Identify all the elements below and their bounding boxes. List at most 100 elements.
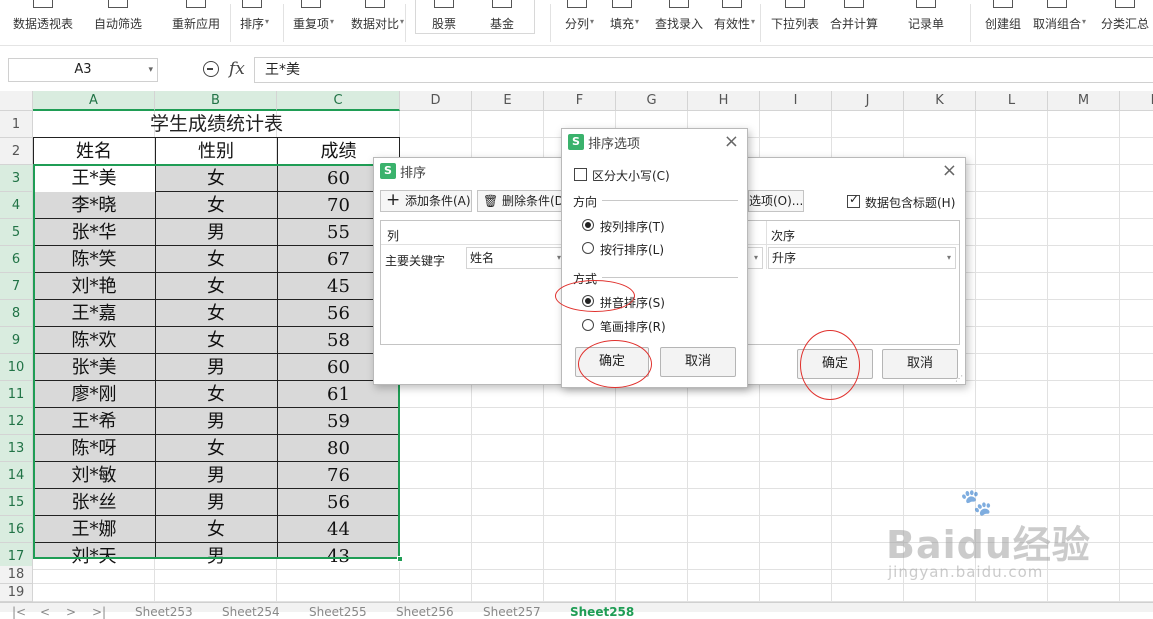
ribbon-separator bbox=[760, 4, 761, 42]
sort-cancel-button[interactable]: 取消 bbox=[882, 349, 958, 379]
column-header-D[interactable]: D bbox=[400, 91, 472, 111]
column-header-I[interactable]: I bbox=[760, 91, 832, 111]
sort-basis-select[interactable]: ▾ bbox=[747, 247, 763, 269]
column-header-K[interactable]: K bbox=[904, 91, 976, 111]
resize-grip-icon[interactable]: ⋰ bbox=[955, 374, 963, 383]
chevron-down-icon[interactable]: ▾ bbox=[148, 59, 153, 81]
sheet-tab[interactable]: Sheet256 bbox=[396, 605, 454, 619]
ribbon-button-label: 创建组 bbox=[985, 17, 1022, 31]
row-header-2[interactable]: 2 bbox=[0, 138, 33, 165]
close-icon[interactable]: × bbox=[724, 131, 739, 152]
options-label: 选项(O)... bbox=[749, 194, 804, 208]
stroke-radio[interactable] bbox=[582, 319, 594, 331]
column-header-C[interactable]: C bbox=[277, 91, 400, 111]
ribbon-separator bbox=[550, 4, 551, 42]
row-header-16[interactable]: 16 bbox=[0, 516, 33, 543]
divider bbox=[766, 221, 767, 269]
row-header-13[interactable]: 13 bbox=[0, 435, 33, 462]
delete-condition-label: 删除条件(D) bbox=[502, 194, 563, 208]
table-title[interactable]: 学生成绩统计表 bbox=[33, 111, 400, 138]
last-sheet-icon[interactable]: >| bbox=[92, 605, 106, 619]
row-header-14[interactable]: 14 bbox=[0, 462, 33, 489]
annotation-ellipse-options-ok bbox=[578, 340, 652, 388]
paw-icon: 🐾 bbox=[960, 488, 993, 518]
row-header-3[interactable]: 3 bbox=[0, 165, 33, 192]
delete-condition-button[interactable]: 🗑 删除条件(D) bbox=[477, 190, 563, 212]
next-sheet-icon[interactable]: > bbox=[66, 605, 76, 619]
case-sensitive-label: 区分大小写(C) bbox=[592, 169, 670, 183]
ribbon-button-label: 排序 bbox=[240, 17, 265, 31]
chevron-down-icon: ▾ bbox=[751, 17, 756, 26]
header-cell[interactable]: 姓名 bbox=[33, 138, 155, 165]
by-row-radio[interactable] bbox=[582, 242, 594, 254]
fill-handle[interactable] bbox=[397, 556, 403, 562]
order-select[interactable]: 升序 ▾ bbox=[768, 247, 956, 269]
column-header-L[interactable]: L bbox=[976, 91, 1048, 111]
options-button[interactable]: 选项(O)... bbox=[748, 190, 804, 212]
header-checkbox[interactable] bbox=[847, 192, 860, 208]
fx-icon[interactable]: fx bbox=[229, 59, 245, 79]
zoom-out-icon[interactable] bbox=[203, 61, 219, 77]
row-header-11[interactable]: 11 bbox=[0, 381, 33, 408]
add-condition-button[interactable]: + 添加条件(A) bbox=[380, 190, 472, 212]
ribbon-button-label: 有效性 bbox=[714, 17, 751, 31]
column-header-B[interactable]: B bbox=[155, 91, 277, 111]
column-header-J[interactable]: J bbox=[832, 91, 904, 111]
ribbon-button-label: 取消组合 bbox=[1033, 17, 1082, 31]
options-cancel-button[interactable]: 取消 bbox=[660, 347, 736, 377]
ribbon-button-label: 股票 bbox=[432, 17, 457, 31]
ribbon-button-label: 记录单 bbox=[908, 17, 945, 31]
chevron-down-icon: ▾ bbox=[265, 17, 270, 26]
ribbon-button-label: 数据透视表 bbox=[13, 17, 74, 31]
row-header-10[interactable]: 10 bbox=[0, 354, 33, 381]
name-box[interactable]: A3 ▾ bbox=[8, 58, 158, 82]
ribbon-separator bbox=[283, 4, 284, 42]
column-header-F[interactable]: F bbox=[544, 91, 616, 111]
header-cell[interactable]: 性别 bbox=[155, 138, 277, 165]
row-header-4[interactable]: 4 bbox=[0, 192, 33, 219]
column-header-E[interactable]: E bbox=[472, 91, 544, 111]
ribbon-icon bbox=[1115, 0, 1135, 8]
order-header: 次序 bbox=[771, 229, 796, 243]
close-icon[interactable]: × bbox=[942, 160, 957, 181]
case-sensitive-checkbox[interactable] bbox=[574, 168, 587, 181]
by-column-radio[interactable] bbox=[582, 219, 594, 231]
row-header-15[interactable]: 15 bbox=[0, 489, 33, 516]
annotation-ellipse-sort-ok bbox=[800, 330, 860, 400]
sheet-tab[interactable]: Sheet254 bbox=[222, 605, 280, 619]
by-column-label: 按列排序(T) bbox=[600, 220, 665, 234]
primary-key-select[interactable]: 姓名 ▾ bbox=[466, 247, 566, 269]
row-header-12[interactable]: 12 bbox=[0, 408, 33, 435]
ribbon-separator bbox=[970, 4, 971, 42]
sheet-tab[interactable]: Sheet255 bbox=[309, 605, 367, 619]
row-header-1[interactable]: 1 bbox=[0, 111, 33, 138]
row-header-9[interactable]: 9 bbox=[0, 327, 33, 354]
column-header-M[interactable]: M bbox=[1048, 91, 1120, 111]
column-header-G[interactable]: G bbox=[616, 91, 688, 111]
prev-sheet-icon[interactable]: < bbox=[40, 605, 50, 619]
column-header-A[interactable]: A bbox=[33, 91, 155, 111]
row-header-5[interactable]: 5 bbox=[0, 219, 33, 246]
primary-key-value: 姓名 bbox=[470, 251, 495, 265]
header-checkbox-label: 数据包含标题(H) bbox=[865, 196, 956, 210]
sort-dialog-title: 排序 bbox=[400, 166, 427, 181]
select-all-corner[interactable] bbox=[0, 91, 33, 111]
row-header-6[interactable]: 6 bbox=[0, 246, 33, 273]
row-header-8[interactable]: 8 bbox=[0, 300, 33, 327]
first-sheet-icon[interactable]: |< bbox=[12, 605, 26, 619]
sheet-tab[interactable]: Sheet258 bbox=[570, 605, 634, 619]
ribbon-button-label: 分列 bbox=[565, 17, 590, 31]
ribbon-icon bbox=[108, 0, 128, 8]
column-header-H[interactable]: H bbox=[688, 91, 760, 111]
chevron-down-icon: ▾ bbox=[946, 253, 951, 262]
row-header-18[interactable]: 18 bbox=[0, 566, 33, 584]
row-header-19[interactable]: 19 bbox=[0, 584, 33, 602]
options-dialog-title: 排序选项 bbox=[588, 137, 641, 152]
sheet-tab[interactable]: Sheet253 bbox=[135, 605, 193, 619]
column-header-N[interactable]: N bbox=[1120, 91, 1153, 111]
sheet-tab[interactable]: Sheet257 bbox=[483, 605, 541, 619]
selection-range bbox=[33, 164, 400, 559]
formula-input[interactable]: 王*美 bbox=[254, 57, 1153, 83]
row-header-7[interactable]: 7 bbox=[0, 273, 33, 300]
options-dialog-titlebar[interactable]: S 排序选项 × bbox=[562, 129, 747, 155]
